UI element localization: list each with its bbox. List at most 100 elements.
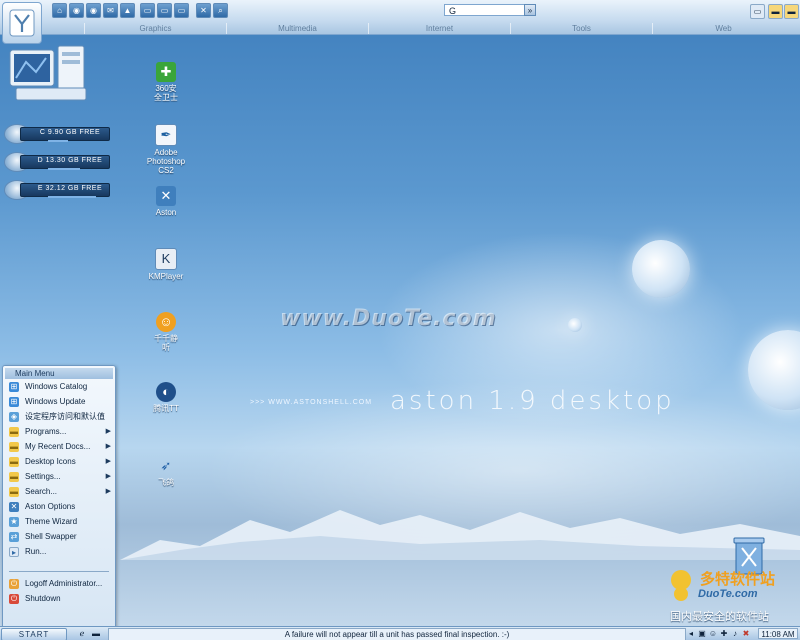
category-tabs: Graphics Multimedia Internet Tools Web — [84, 23, 794, 34]
submenu-arrow-icon: ▶ — [105, 443, 111, 450]
search-go-button[interactable]: » — [524, 4, 536, 16]
menu-item-programs[interactable]: ▬ Programs... ▶ — [7, 425, 113, 439]
tab-graphics[interactable]: Graphics — [84, 23, 226, 34]
menu-item-aston-options[interactable]: ✕ Aston Options — [7, 500, 113, 514]
brand-name-cn: 多特软件站 — [700, 571, 776, 588]
folder-icon[interactable]: ▬ — [784, 4, 799, 19]
tab-multimedia[interactable]: Multimedia — [226, 23, 368, 34]
drive-label: D 13.30 GB FREE — [37, 157, 103, 164]
desktop-icon-label: KMPlayer — [148, 272, 184, 281]
watermark-text: www.DuoTe.com — [280, 306, 497, 331]
window-icon[interactable]: ▭ — [174, 3, 189, 18]
kmplayer-icon: K — [155, 248, 177, 270]
submenu-arrow-icon: ▶ — [105, 458, 111, 465]
start-button[interactable]: START — [1, 628, 67, 640]
home-icon[interactable]: ⌂ — [52, 3, 67, 18]
desktop-icon-label: 腾讯TT — [153, 404, 179, 413]
drive-usage-bar — [48, 140, 68, 142]
tools-icon[interactable]: ✕ — [196, 3, 211, 18]
desktop-icon-kmplayer[interactable]: K KMPlayer — [138, 248, 194, 281]
wallpaper-site-url: >>> WWW.ASTONSHELL.COM — [250, 399, 373, 406]
menu-item-settings[interactable]: ▬ Settings... ▶ — [7, 470, 113, 484]
my-computer-icon[interactable] — [6, 44, 102, 110]
up-icon[interactable]: ▲ — [120, 3, 135, 18]
shutdown-icon: ⏻ — [9, 594, 19, 604]
menu-item-windows-update[interactable]: ⊞ Windows Update — [7, 395, 113, 409]
aston-logo-button[interactable] — [2, 2, 42, 44]
submenu-arrow-icon: ▶ — [105, 488, 111, 495]
aston-icon: ✕ — [9, 502, 19, 512]
logoff-icon: ⏻ — [9, 579, 19, 589]
window-icon[interactable]: ▭ — [157, 3, 172, 18]
tencent-tt-icon: ◐ — [156, 382, 176, 402]
swap-icon: ⇄ — [9, 532, 19, 542]
restore-icon[interactable]: ▭ — [750, 4, 765, 19]
drive-d-meter[interactable]: D 13.30 GB FREE — [4, 152, 110, 172]
brand-slogan: 国内最安全的软件站 — [670, 611, 769, 623]
desktop-icon-qianqian[interactable]: ☺ 千千静 听 — [138, 312, 194, 352]
brand-name-en: DuoTe.com — [698, 588, 758, 600]
tab-tools[interactable]: Tools — [510, 23, 652, 34]
menu-item-search[interactable]: ▬ Search... ▶ — [7, 485, 113, 499]
desktop-icon-feige[interactable]: ➶ 飞鸽 — [138, 456, 194, 487]
wizard-icon: ★ — [9, 517, 19, 527]
menu-item-theme-wizard[interactable]: ★ Theme Wizard — [7, 515, 113, 529]
drive-e-meter[interactable]: E 32.12 GB FREE — [4, 180, 110, 200]
menu-item-shell-swapper[interactable]: ⇄ Shell Swapper — [7, 530, 113, 544]
windows-icon: ⊞ — [9, 397, 19, 407]
aston-icon: ✕ — [156, 186, 176, 206]
menu-item-default-programs[interactable]: ◈ 设定程序访问和默认值 — [7, 410, 113, 424]
submenu-arrow-icon: ▶ — [105, 428, 111, 435]
qianqian-icon: ☺ — [156, 312, 176, 332]
desktop-icon-tencent-tt[interactable]: ◐ 腾讯TT — [138, 382, 194, 413]
aston-top-panel: ⌂ ◉ ◉ ✉ ▲ ▭ ▭ ▭ ✕ ⌕ G » ▭ ▬ ▬ Graphics M… — [0, 0, 800, 44]
tab-web[interactable]: Web — [652, 23, 794, 34]
drive-usage-bar — [48, 168, 80, 170]
folder-icon[interactable]: ▬ — [768, 4, 783, 19]
quick-toolbar-middle: ▭ ▭ ▭ — [140, 3, 189, 19]
menu-item-shutdown[interactable]: ⏻ Shutdown — [7, 592, 113, 606]
desktop-icon-label: Adobe Photoshop CS2 — [146, 148, 186, 175]
menu-item-run[interactable]: ▸ Run... — [7, 545, 113, 559]
search-input[interactable]: G — [444, 4, 536, 16]
ie-icon[interactable]: ℯ — [76, 628, 88, 639]
menu-item-windows-catalog[interactable]: ⊞ Windows Catalog — [7, 380, 113, 394]
desktop-icon-aston[interactable]: ✕ Aston — [138, 186, 194, 217]
drive-label: E 32.12 GB FREE — [37, 185, 103, 192]
clock[interactable]: 11:08 AM — [758, 628, 798, 639]
desktop-icon-label: 千千静 听 — [154, 334, 178, 352]
tray-network-icon[interactable]: ▣ — [697, 628, 707, 639]
start-menu-title: Main Menu — [5, 368, 113, 379]
tray-qq-icon[interactable]: ☺ — [708, 628, 718, 639]
search-icon[interactable]: ⌕ — [213, 3, 228, 18]
aston-logo-icon — [9, 9, 35, 37]
moon-image — [568, 318, 582, 332]
drive-c-meter[interactable]: C 9.90 GB FREE — [4, 124, 110, 144]
tray-arrow-icon[interactable]: ◂ — [686, 628, 696, 639]
tab-internet[interactable]: Internet — [368, 23, 510, 34]
desktop-icon-360[interactable]: ✚ 360安 全卫士 — [138, 62, 194, 102]
taskbar: START ℯ ▬ A failure will not appear till… — [0, 626, 800, 640]
globe-icon[interactable]: ◉ — [69, 3, 84, 18]
menu-item-recent-docs[interactable]: ▬ My Recent Docs... ▶ — [7, 440, 113, 454]
globe-icon[interactable]: ◉ — [86, 3, 101, 18]
start-menu: Main Menu ⊞ Windows Catalog ⊞ Windows Up… — [2, 365, 116, 629]
mail-icon[interactable]: ✉ — [103, 3, 118, 18]
folder-icon: ▬ — [9, 472, 19, 482]
folder-icon: ▬ — [9, 427, 19, 437]
tray-shield-icon[interactable]: ✚ — [719, 628, 729, 639]
folder-icon[interactable]: ▬ — [90, 628, 102, 639]
run-icon: ▸ — [9, 547, 19, 557]
folder-icon: ▬ — [9, 442, 19, 452]
status-ticker: A failure will not appear till a unit ha… — [108, 628, 686, 640]
menu-separator — [9, 571, 109, 572]
tray-speaker-icon[interactable]: ♪ — [730, 628, 740, 639]
window-icon[interactable]: ▭ — [140, 3, 155, 18]
tray-close-icon[interactable]: ✖ — [741, 628, 751, 639]
desktop-icon-photoshop[interactable]: ✒ Adobe Photoshop CS2 — [138, 124, 194, 175]
shield-plus-icon: ✚ — [156, 62, 176, 82]
menu-item-desktop-icons[interactable]: ▬ Desktop Icons ▶ — [7, 455, 113, 469]
menu-item-logoff[interactable]: ⏻ Logoff Administrator... — [7, 577, 113, 591]
brand-watermark: 多特软件站 DuoTe.com 国内最安全的软件站 — [664, 566, 800, 626]
wallpaper-title: aston 1.9 desktop — [390, 386, 675, 416]
